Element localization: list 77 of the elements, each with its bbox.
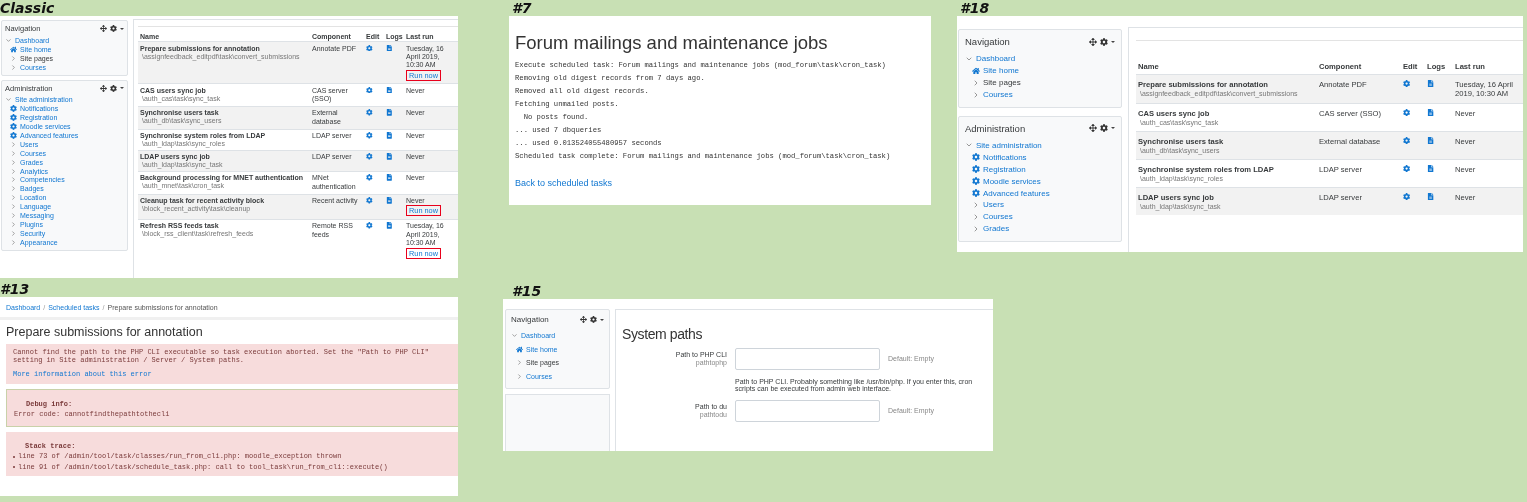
page-title: Prepare submissions for annotation [6, 325, 203, 339]
nav-item[interactable]: Moodle services [972, 175, 1041, 188]
home-icon [10, 45, 17, 53]
back-link[interactable]: Back to scheduled tasks [515, 178, 613, 188]
document-icon[interactable] [386, 44, 393, 52]
move-icon[interactable] [100, 84, 108, 92]
panel-label: #15 [512, 284, 542, 299]
home-icon [972, 66, 980, 75]
document-icon[interactable] [1427, 109, 1435, 117]
nav-item[interactable]: Users [972, 199, 1004, 211]
gear-icon[interactable] [1403, 80, 1411, 88]
settings-icon[interactable] [590, 316, 598, 323]
gear-icon [972, 165, 980, 174]
caret-icon[interactable] [120, 87, 124, 90]
move-icon[interactable] [580, 316, 588, 323]
document-icon[interactable] [1427, 137, 1435, 145]
caret-icon[interactable] [600, 318, 604, 321]
gear-icon[interactable] [1403, 165, 1411, 173]
input-field[interactable] [735, 348, 880, 370]
page-title: Forum mailings and maintenance jobs [515, 32, 828, 54]
panel-label: #18 [960, 1, 990, 16]
gear-icon[interactable] [366, 86, 373, 94]
gear-icon [972, 177, 980, 186]
document-icon[interactable] [1427, 193, 1435, 201]
settings-icon[interactable] [1099, 124, 1108, 133]
document-icon[interactable] [386, 153, 393, 160]
page-title: System paths [622, 326, 702, 342]
chevron-down-icon [5, 96, 12, 104]
chevron-down-icon [5, 36, 12, 44]
gear-icon[interactable] [366, 132, 373, 139]
panel-label: #7 [512, 1, 532, 16]
move-icon[interactable] [1088, 37, 1097, 46]
move-icon[interactable] [1088, 124, 1097, 133]
document-icon[interactable] [386, 132, 393, 139]
nav-item[interactable]: Courses [972, 88, 1013, 101]
document-icon[interactable] [386, 86, 393, 94]
nav-item[interactable]: Registration [972, 163, 1026, 176]
block-title: Navigation [965, 36, 1010, 47]
gear-icon[interactable] [1403, 193, 1411, 201]
block-title: Navigation [511, 315, 549, 324]
nav-item[interactable]: Grades [972, 222, 1010, 235]
nav-item[interactable]: Advanced features [972, 187, 1050, 199]
document-icon[interactable] [386, 174, 393, 181]
nav-item[interactable]: Notifications [972, 151, 1027, 164]
caret-icon[interactable] [1111, 127, 1115, 130]
panel-label: Classic [0, 1, 55, 16]
chevron-down-icon [511, 332, 518, 340]
block-title: Administration [965, 122, 1026, 134]
home-icon [516, 345, 523, 353]
nav-item[interactable]: Site administration [965, 139, 1042, 152]
settings-icon[interactable] [110, 25, 118, 32]
input-field[interactable] [735, 400, 880, 422]
document-icon[interactable] [386, 222, 393, 230]
document-icon[interactable] [1427, 80, 1435, 88]
caret-icon[interactable] [1111, 40, 1115, 43]
nav-item[interactable]: Courses [972, 210, 1013, 223]
settings-icon[interactable] [1099, 37, 1108, 46]
gear-icon[interactable] [366, 153, 373, 160]
gear-icon[interactable] [366, 44, 373, 52]
document-icon[interactable] [386, 197, 393, 204]
gear-icon[interactable] [1403, 109, 1411, 117]
nav-item[interactable]: Dashboard [965, 53, 1016, 65]
settings-icon[interactable] [110, 84, 118, 92]
gear-icon[interactable] [366, 197, 373, 204]
gear-icon [972, 189, 980, 197]
caret-icon[interactable] [120, 27, 124, 30]
document-icon[interactable] [386, 109, 393, 117]
nav-item[interactable]: Site home [972, 64, 1020, 77]
panel-label: #13 [0, 282, 30, 297]
gear-icon [972, 153, 980, 162]
gear-icon[interactable] [366, 222, 373, 230]
move-icon[interactable] [100, 25, 108, 32]
gear-icon[interactable] [366, 109, 373, 117]
gear-icon[interactable] [1403, 137, 1411, 145]
gear-icon[interactable] [366, 174, 373, 181]
document-icon[interactable] [1427, 165, 1435, 173]
nav-item[interactable]: Site pages [972, 76, 1021, 89]
